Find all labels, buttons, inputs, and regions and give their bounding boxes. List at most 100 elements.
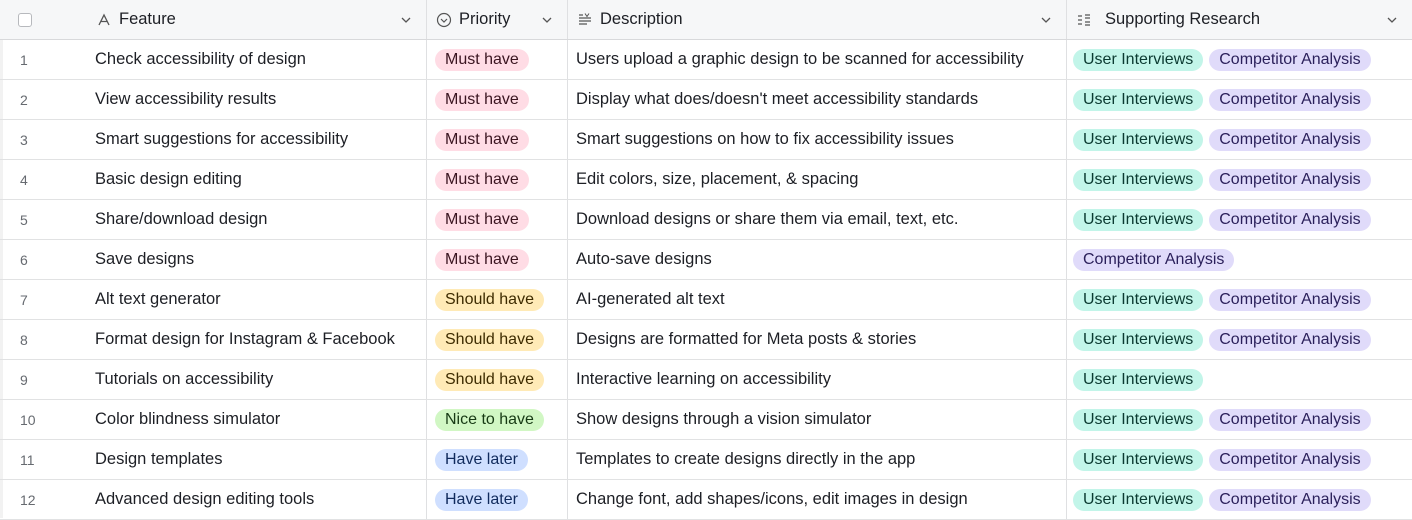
row-number: 5 <box>20 211 28 228</box>
description-cell[interactable]: AI-generated alt text <box>567 280 1066 319</box>
research-tag: Competitor Analysis <box>1209 48 1371 71</box>
research-tag: Competitor Analysis <box>1209 128 1371 151</box>
table-row[interactable]: 6 Save designs Must have Auto-save designs C… <box>0 240 1412 280</box>
priority-cell[interactable]: Must have <box>426 160 567 199</box>
description-cell[interactable]: Templates to create designs directly in … <box>567 440 1066 479</box>
feature-cell[interactable]: Basic design editing <box>88 160 426 199</box>
data-grid: Feature Priority Description Supporting … <box>0 0 1412 520</box>
select-all-cell[interactable] <box>0 0 88 39</box>
chevron-down-icon[interactable] <box>1038 12 1054 28</box>
research-tag: User Interviews <box>1073 368 1204 391</box>
supporting-research-cell[interactable]: User Interviews Competitor Analysis <box>1066 160 1412 199</box>
description-cell[interactable]: Download designs or share them via email… <box>567 200 1066 239</box>
table-row[interactable]: 12 Advanced design editing tools Have late… <box>0 480 1412 520</box>
priority-cell[interactable]: Have later <box>426 480 567 519</box>
priority-badge: Should have <box>435 328 544 351</box>
description-cell[interactable]: Change font, add shapes/icons, edit imag… <box>567 480 1066 519</box>
description-cell[interactable]: Interactive learning on accessibility <box>567 360 1066 399</box>
supporting-research-cell[interactable]: Competitor Analysis <box>1066 240 1412 279</box>
feature-cell[interactable]: Color blindness simulator <box>88 400 426 439</box>
research-tag: Competitor Analysis <box>1209 168 1371 191</box>
select-all-checkbox[interactable] <box>18 13 32 27</box>
priority-cell[interactable]: Nice to have <box>426 400 567 439</box>
description-cell[interactable]: Smart suggestions on how to fix accessib… <box>567 120 1066 159</box>
priority-cell[interactable]: Should have <box>426 280 567 319</box>
description-cell[interactable]: Designs are formatted for Meta posts & s… <box>567 320 1066 359</box>
column-header-feature[interactable]: Feature <box>88 0 426 39</box>
table-row[interactable]: 8 Format design for Instagram & Facebook S… <box>0 320 1412 360</box>
supporting-research-cell[interactable]: User Interviews Competitor Analysis <box>1066 40 1412 79</box>
priority-badge: Have later <box>435 448 528 471</box>
table-row[interactable]: 1 Check accessibility of design Must have U… <box>0 40 1412 80</box>
column-header-supporting-research[interactable]: Supporting Research <box>1066 0 1412 39</box>
description-cell[interactable]: Users upload a graphic design to be scan… <box>567 40 1066 79</box>
chevron-down-icon[interactable] <box>539 12 555 28</box>
priority-cell[interactable]: Must have <box>426 240 567 279</box>
priority-cell[interactable]: Should have <box>426 360 567 399</box>
research-tag: User Interviews <box>1073 208 1204 231</box>
research-tag: Competitor Analysis <box>1209 208 1371 231</box>
priority-cell[interactable]: Must have <box>426 40 567 79</box>
feature-cell[interactable]: View accessibility results <box>88 80 426 119</box>
priority-badge: Must have <box>435 48 529 71</box>
row-number: 8 <box>20 331 28 348</box>
supporting-research-cell[interactable]: User Interviews Competitor Analysis <box>1066 280 1412 319</box>
description-cell[interactable]: Display what does/doesn't meet accessibi… <box>567 80 1066 119</box>
priority-cell[interactable]: Should have <box>426 320 567 359</box>
supporting-research-cell[interactable]: User Interviews <box>1066 360 1412 399</box>
priority-badge: Have later <box>435 488 528 511</box>
row-number: 11 <box>20 451 35 468</box>
chevron-down-icon[interactable] <box>398 12 414 28</box>
priority-cell[interactable]: Must have <box>426 120 567 159</box>
table-row[interactable]: 4 Basic design editing Must have Edit color… <box>0 160 1412 200</box>
row-number: 4 <box>20 171 28 188</box>
priority-cell[interactable]: Must have <box>426 80 567 119</box>
priority-badge: Should have <box>435 368 544 391</box>
supporting-research-cell[interactable]: User Interviews Competitor Analysis <box>1066 80 1412 119</box>
research-tag: Competitor Analysis <box>1209 288 1371 311</box>
feature-cell[interactable]: Check accessibility of design <box>88 40 426 79</box>
feature-cell[interactable]: Share/download design <box>88 200 426 239</box>
table-row[interactable]: 11 Design templates Have later Templates to… <box>0 440 1412 480</box>
column-header-label: Feature <box>119 10 176 28</box>
feature-cell[interactable]: Tutorials on accessibility <box>88 360 426 399</box>
research-tag: Competitor Analysis <box>1209 328 1371 351</box>
table-row[interactable]: 5 Share/download design Must have Download … <box>0 200 1412 240</box>
priority-badge: Nice to have <box>435 408 544 431</box>
row-number: 2 <box>20 91 28 108</box>
priority-cell[interactable]: Have later <box>426 440 567 479</box>
table-row[interactable]: 2 View accessibility results Must have Disp… <box>0 80 1412 120</box>
research-tag: User Interviews <box>1073 48 1204 71</box>
priority-cell[interactable]: Must have <box>426 200 567 239</box>
chevron-down-icon[interactable] <box>1384 12 1400 28</box>
multiple-select-icon <box>1075 11 1093 29</box>
column-header-description[interactable]: Description <box>567 0 1066 39</box>
feature-cell[interactable]: Save designs <box>88 240 426 279</box>
supporting-research-cell[interactable]: User Interviews Competitor Analysis <box>1066 120 1412 159</box>
feature-cell[interactable]: Advanced design editing tools <box>88 480 426 519</box>
table-row[interactable]: 7 Alt text generator Should have AI-generat… <box>0 280 1412 320</box>
supporting-research-cell[interactable]: User Interviews Competitor Analysis <box>1066 320 1412 359</box>
table-row[interactable]: 3 Smart suggestions for accessibility Must… <box>0 120 1412 160</box>
column-header-label: Description <box>600 10 683 28</box>
feature-cell[interactable]: Format design for Instagram & Facebook <box>88 320 426 359</box>
column-header-label: Supporting Research <box>1105 10 1261 28</box>
feature-cell[interactable]: Design templates <box>88 440 426 479</box>
supporting-research-cell[interactable]: User Interviews Competitor Analysis <box>1066 200 1412 239</box>
supporting-research-cell[interactable]: User Interviews Competitor Analysis <box>1066 480 1412 519</box>
feature-cell[interactable]: Smart suggestions for accessibility <box>88 120 426 159</box>
column-header-priority[interactable]: Priority <box>426 0 567 39</box>
priority-badge: Must have <box>435 208 529 231</box>
table-row[interactable]: 10 Color blindness simulator Nice to have S… <box>0 400 1412 440</box>
column-header-label: Priority <box>459 10 511 28</box>
supporting-research-cell[interactable]: User Interviews Competitor Analysis <box>1066 400 1412 439</box>
description-cell[interactable]: Auto-save designs <box>567 240 1066 279</box>
supporting-research-cell[interactable]: User Interviews Competitor Analysis <box>1066 440 1412 479</box>
research-tag: User Interviews <box>1073 168 1204 191</box>
row-number: 7 <box>20 291 28 308</box>
description-cell[interactable]: Edit colors, size, placement, & spacing <box>567 160 1066 199</box>
feature-cell[interactable]: Alt text generator <box>88 280 426 319</box>
row-number: 6 <box>20 251 28 268</box>
description-cell[interactable]: Show designs through a vision simulator <box>567 400 1066 439</box>
table-row[interactable]: 9 Tutorials on accessibility Should have In… <box>0 360 1412 400</box>
